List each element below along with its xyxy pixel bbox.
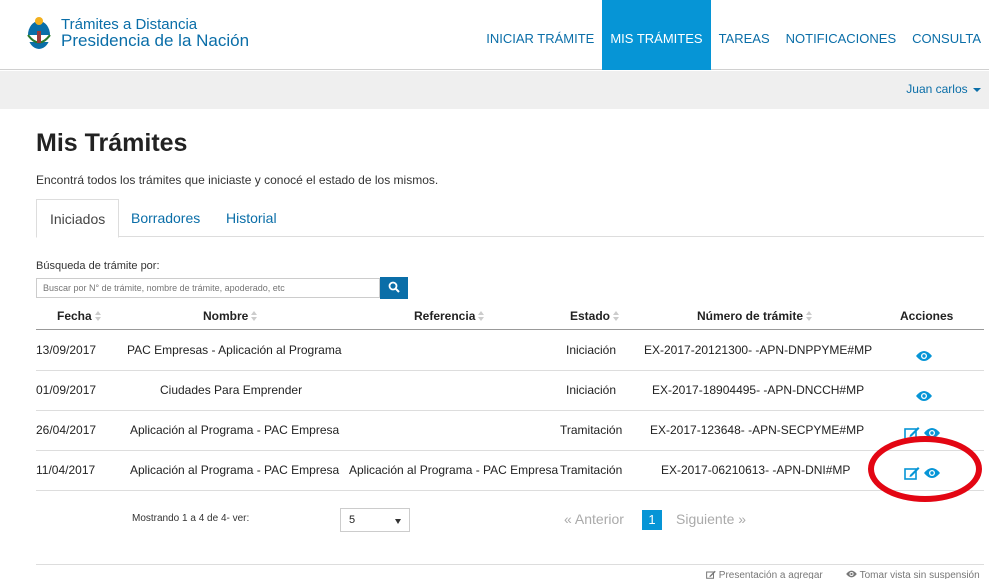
page-subtitle: Encontrá todos los trámites que iniciast…: [36, 173, 439, 187]
cell-estado: Iniciación: [566, 383, 617, 397]
top-navbar: Trámites a Distancia Presidencia de la N…: [0, 0, 989, 70]
edit-icon: [706, 570, 716, 579]
nav-tareas[interactable]: TAREAS: [711, 0, 778, 70]
table-header-divider: [36, 329, 984, 330]
cell-referencia: Aplicación al Programa - PAC Empresa: [349, 463, 559, 477]
eye-icon: [846, 570, 857, 578]
coat-of-arms-icon: [27, 17, 51, 49]
cell-numero: EX-2017-06210613- -APN-DNI#MP: [661, 463, 851, 477]
brand-line-2: Presidencia de la Nación: [61, 31, 250, 50]
cell-estado: Iniciación: [566, 343, 617, 357]
header-estado[interactable]: Estado: [570, 309, 620, 323]
cell-nombre: Aplicación al Programa - PAC Empresa: [130, 423, 340, 437]
nav-consulta[interactable]: CONSULTA: [904, 0, 989, 70]
cell-fecha: 01/09/2017: [36, 383, 97, 397]
tabs: Iniciados Borradores Historial: [36, 199, 984, 238]
sort-icon: [613, 311, 620, 321]
tab-iniciados[interactable]: Iniciados: [36, 199, 120, 238]
page-title: Mis Trámites: [36, 129, 188, 157]
cell-nombre: Ciudades Para Emprender: [160, 383, 303, 397]
search-input[interactable]: [36, 278, 380, 298]
footer-divider: [36, 564, 984, 565]
header-fecha[interactable]: Fecha: [57, 309, 101, 323]
nav-mis-tramites[interactable]: MIS TRÁMITES: [602, 0, 711, 70]
cell-estado: Tramitación: [560, 423, 623, 437]
header-numero[interactable]: Número de trámite: [697, 309, 813, 323]
table-row: 13/09/2017 PAC Empresas - Aplicación al …: [36, 331, 984, 371]
pagination-prev[interactable]: « Anterior: [564, 511, 624, 527]
footer-link-presentacion[interactable]: Presentación a agregar: [706, 570, 823, 579]
header-acciones: Acciones: [900, 309, 954, 323]
sort-icon: [251, 311, 258, 321]
table-row: 26/04/2017 Aplicación al Programa - PAC …: [36, 411, 984, 451]
cell-numero: EX-2017-123648- -APN-SECPYME#MP: [650, 423, 865, 437]
search-icon: [388, 281, 400, 293]
eye-icon[interactable]: [916, 350, 932, 362]
user-bar: Juan carlos: [0, 71, 989, 109]
cell-nombre: Aplicación al Programa - PAC Empresa: [130, 463, 340, 477]
pagination-next[interactable]: Siguiente »: [676, 511, 746, 527]
highlight-circle-annotation: [868, 436, 982, 502]
footer-link-tomar-vista[interactable]: Tomar vista sin suspensión: [846, 570, 980, 579]
table-row: 11/04/2017 Aplicación al Programa - PAC …: [36, 451, 984, 491]
sort-icon: [478, 311, 485, 321]
cell-nombre: PAC Empresas - Aplicación al Programa: [127, 343, 342, 357]
tab-borradores[interactable]: Borradores: [118, 199, 213, 237]
nav-notificaciones[interactable]: NOTIFICACIONES: [778, 0, 905, 70]
cell-fecha: 26/04/2017: [36, 423, 97, 437]
cell-estado: Tramitación: [560, 463, 623, 477]
cell-fecha: 13/09/2017: [36, 343, 97, 357]
header-referencia[interactable]: Referencia: [414, 309, 485, 323]
cell-numero: EX-2017-18904495- -APN-DNCCH#MP: [652, 383, 865, 397]
page-size-value: 5: [349, 514, 356, 526]
tab-historial[interactable]: Historial: [213, 199, 290, 237]
page-size-select[interactable]: 5: [340, 508, 410, 532]
sort-icon: [806, 311, 813, 321]
chevron-down-icon: [395, 519, 401, 524]
pagination-page-1[interactable]: 1: [642, 510, 662, 530]
results-count: Mostrando 1 a 4 de 4- ver:: [132, 513, 250, 524]
nav-iniciar-tramite[interactable]: INICIAR TRÁMITE: [478, 0, 602, 70]
user-menu[interactable]: Juan carlos: [906, 82, 981, 96]
header-nombre[interactable]: Nombre: [203, 309, 258, 323]
search-button[interactable]: [380, 277, 408, 299]
brand[interactable]: Trámites a Distancia Presidencia de la N…: [24, 14, 249, 52]
search-label: Búsqueda de trámite por:: [36, 260, 160, 272]
table-row: 01/09/2017 Ciudades Para Emprender Inici…: [36, 371, 984, 411]
eye-icon[interactable]: [916, 390, 932, 402]
cell-fecha: 11/04/2017: [36, 463, 96, 477]
caret-down-icon: [973, 87, 981, 92]
user-name: Juan carlos: [906, 82, 968, 96]
sort-icon: [94, 311, 101, 321]
main-nav: INICIAR TRÁMITE MIS TRÁMITES TAREAS NOTI…: [478, 0, 989, 70]
cell-numero: EX-2017-20121300- -APN-DNPPYME#MP: [644, 343, 873, 357]
